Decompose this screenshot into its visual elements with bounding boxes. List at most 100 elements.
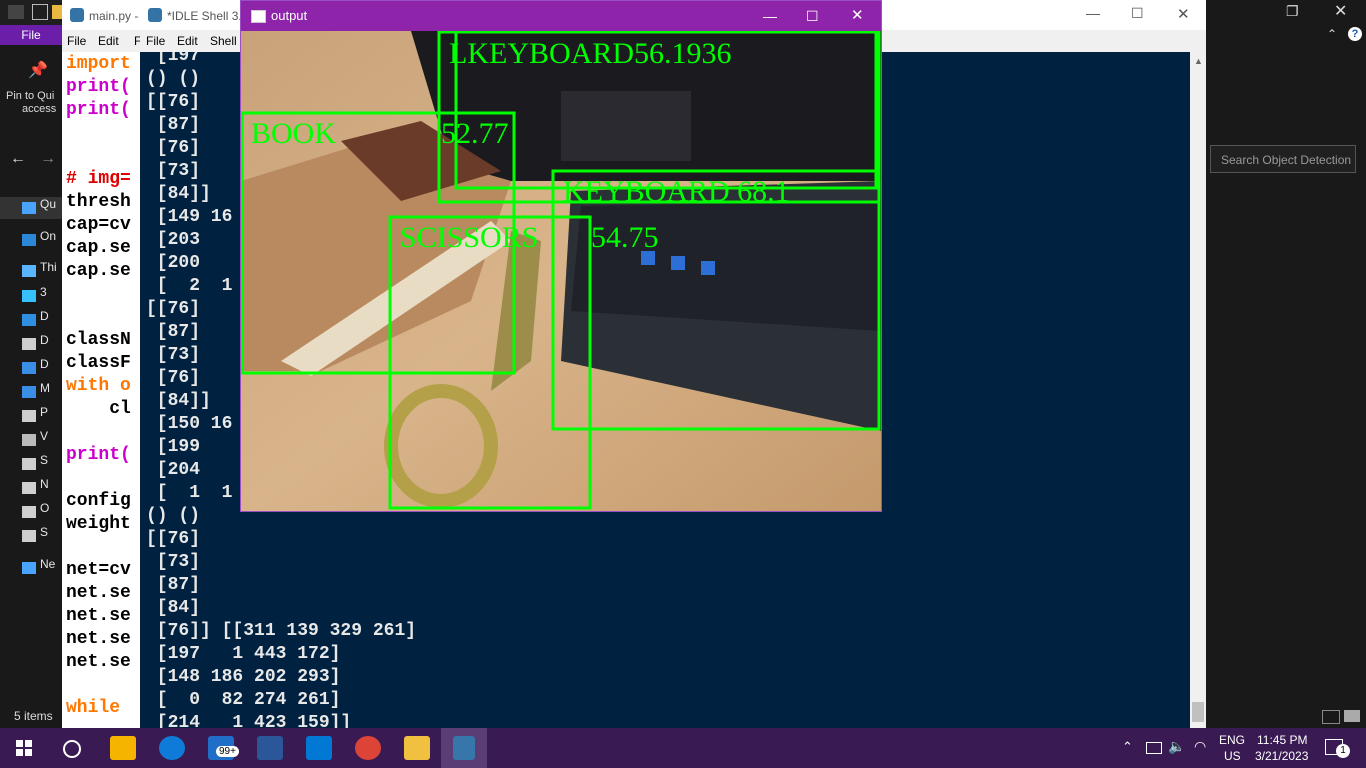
pin-label-2[interactable]: access: [22, 103, 56, 115]
pin-label[interactable]: Pin to Qui: [6, 90, 54, 102]
video-icon: [22, 434, 36, 446]
nav-item-label: M: [40, 381, 50, 395]
mail-icon[interactable]: 99+: [208, 736, 239, 760]
code-line: net.se: [66, 629, 131, 649]
nav-item[interactable]: S: [0, 453, 62, 475]
shell-line: [214 1 423 159]]: [146, 713, 352, 728]
scroll-up-icon[interactable]: ▲: [1194, 56, 1203, 66]
python-taskbar-active[interactable]: [441, 728, 487, 768]
download-icon: [22, 362, 36, 374]
shell-line: [149 16: [146, 207, 233, 227]
shell-line: [73]: [146, 345, 201, 365]
shell-menu-edit[interactable]: Edit: [177, 30, 198, 52]
nav-item[interactable]: O: [0, 501, 62, 523]
battery-icon[interactable]: [1146, 742, 1162, 754]
shell-line: [203: [146, 230, 201, 250]
nav-item[interactable]: D: [0, 309, 62, 331]
nav-item[interactable]: M: [0, 381, 62, 403]
shell-close-icon[interactable]: ✕: [1177, 5, 1190, 23]
explorer-close-icon[interactable]: ✕: [1334, 1, 1347, 21]
clock-date[interactable]: 3/21/2023: [1255, 749, 1308, 763]
nav-item-label: Ne: [40, 557, 56, 571]
ribbon-file-tab[interactable]: File: [0, 25, 62, 45]
picture-icon: [22, 410, 36, 422]
code-line: cl: [66, 399, 131, 419]
shell-line: () (): [146, 69, 201, 89]
shell-line: [84]]: [146, 391, 211, 411]
file-explorer-icon[interactable]: [404, 736, 430, 760]
taskbar: 99+ ⌃ 🔈 ◠ ENG US 11:45 PM 3/21/2023 1: [0, 728, 1366, 768]
output-maximize-icon[interactable]: ☐: [806, 1, 819, 31]
back-arrow-icon[interactable]: ←: [10, 150, 26, 168]
shell-menu-shell[interactable]: Shell: [210, 30, 237, 52]
shell-scrollbar[interactable]: ▲: [1190, 52, 1206, 728]
drive-icon: [22, 482, 36, 494]
details-view-icon[interactable]: [1322, 710, 1340, 724]
shell-maximize-icon[interactable]: ☐: [1131, 5, 1144, 22]
search-circle-icon[interactable]: [63, 740, 81, 758]
editor-titlebar[interactable]: main.py -: [62, 0, 152, 30]
tray-chevron-icon[interactable]: ⌃: [1122, 739, 1133, 755]
nav-item[interactable]: V: [0, 429, 62, 451]
code-line: cap.se: [66, 238, 131, 258]
output-titlebar[interactable]: output — ☐ ✕: [241, 1, 881, 31]
nav-item-label: S: [40, 453, 49, 467]
output-minimize-icon[interactable]: —: [763, 1, 777, 31]
edge-icon[interactable]: [159, 736, 185, 760]
label-scissors-score: 54.75: [591, 221, 659, 254]
forward-arrow-icon[interactable]: →: [40, 150, 56, 168]
python-file-icon: [70, 8, 84, 22]
nav-item[interactable]: D: [0, 357, 62, 379]
shell-line: () (): [146, 506, 201, 526]
shell-minimize-icon[interactable]: —: [1086, 5, 1100, 21]
shell-line: [[76]: [146, 92, 201, 112]
shell-line: [87]: [146, 322, 201, 342]
nav-item[interactable]: 3: [0, 285, 62, 307]
scroll-thumb[interactable]: [1192, 702, 1204, 722]
mail-badge: 99+: [216, 746, 239, 757]
nav-item-label: N: [40, 477, 49, 491]
editor-menu-file[interactable]: File: [67, 30, 86, 52]
region-label[interactable]: US: [1224, 749, 1241, 763]
speaker-icon[interactable]: 🔈: [1168, 738, 1185, 755]
vscode-icon[interactable]: [306, 736, 332, 760]
nav-item[interactable]: Qu: [0, 197, 62, 219]
word-icon[interactable]: [257, 736, 283, 760]
shell-line: [197 1 443 172]: [146, 644, 341, 664]
checkbox-icon[interactable]: [32, 4, 48, 20]
editor-code-area[interactable]: import print(print(# img= thresh cap=cv cap.…: [62, 52, 152, 728]
nav-item-label: O: [40, 501, 50, 515]
chrome-icon[interactable]: [355, 736, 381, 760]
nav-item[interactable]: P: [0, 405, 62, 427]
help-icon[interactable]: ?: [1348, 27, 1362, 41]
nav-item[interactable]: On: [0, 229, 62, 251]
document-icon: [22, 338, 36, 350]
start-windows-icon[interactable]: [16, 740, 32, 756]
label-top: LKEYBOARD56.1936: [449, 37, 732, 70]
editor-title: main.py -: [89, 9, 139, 23]
nav-item[interactable]: Ne: [0, 557, 62, 579]
tiles-view-icon[interactable]: [1344, 710, 1360, 722]
nav-item-label: D: [40, 333, 49, 347]
restore-down-icon[interactable]: ❐: [1286, 3, 1299, 20]
clock-time[interactable]: 11:45 PM: [1257, 733, 1307, 747]
nav-item[interactable]: S: [0, 525, 62, 547]
nav-item[interactable]: N: [0, 477, 62, 499]
code-line: net.se: [66, 606, 131, 626]
output-close-icon[interactable]: ✕: [851, 1, 864, 31]
nav-item[interactable]: D: [0, 333, 62, 355]
shell-menu-file[interactable]: File: [146, 30, 165, 52]
store-icon[interactable]: [110, 736, 136, 760]
shell-line: [84]]: [146, 184, 211, 204]
explorer-quick-access-icon[interactable]: [8, 5, 24, 19]
search-input[interactable]: Search Object Detection: [1210, 145, 1356, 173]
notification-icon[interactable]: 1: [1325, 739, 1350, 758]
nav-item[interactable]: Thi: [0, 260, 62, 282]
pin-icon[interactable]: 📌: [28, 60, 48, 79]
wifi-icon[interactable]: ◠: [1194, 738, 1206, 755]
editor-menu-edit[interactable]: Edit: [98, 30, 119, 52]
camera-frame: LKEYBOARD56.1936 BOOK 52.77 KEYBOARD 68.…: [241, 31, 881, 511]
language-label[interactable]: ENG: [1219, 733, 1245, 747]
code-line: cap.se: [66, 261, 131, 281]
ribbon-collapse-icon[interactable]: ⌃: [1327, 27, 1337, 41]
